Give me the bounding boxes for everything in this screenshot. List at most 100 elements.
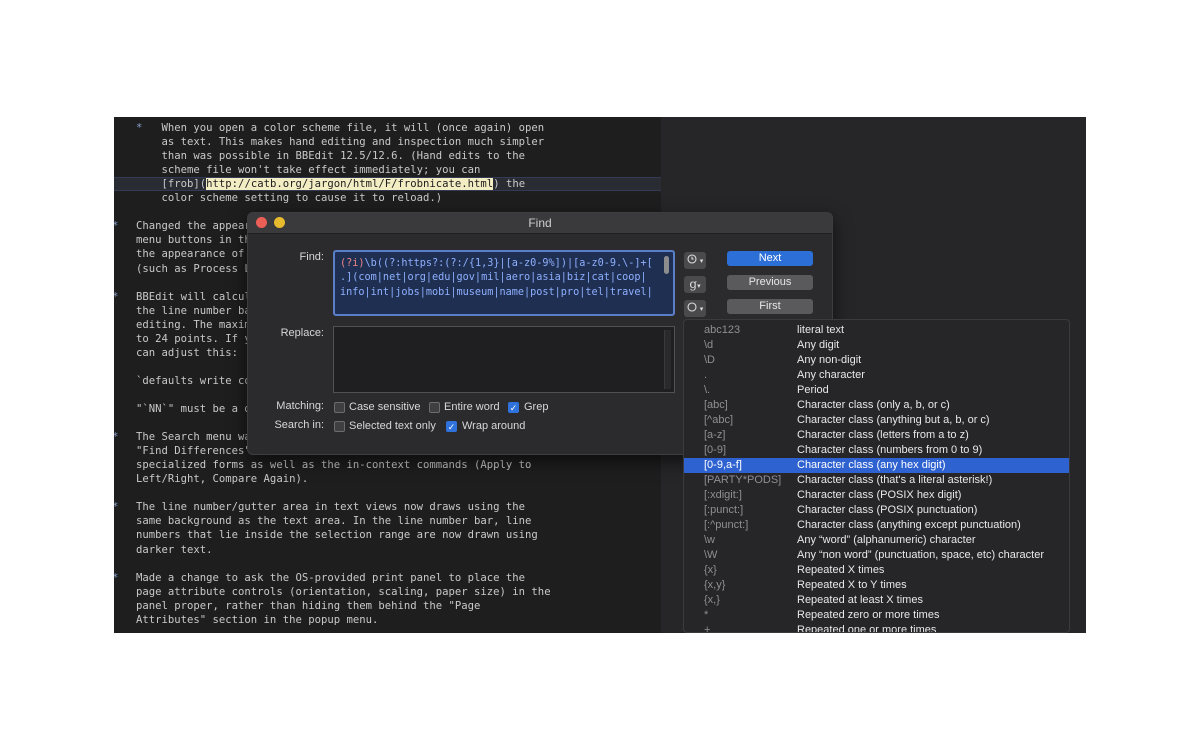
menu-item-description: Character class (anything except punctua… bbox=[797, 519, 1021, 531]
editor-line: as text. This makes hand editing and ins… bbox=[136, 136, 545, 149]
regex-line-3: info|int|jobs|mobi|museum|name|post|pro|… bbox=[340, 286, 653, 298]
menu-item-pattern: [:xdigit:] bbox=[704, 489, 742, 501]
menu-item-description: Character class (POSIX punctuation) bbox=[797, 504, 978, 516]
selected-text-only-checkbox[interactable] bbox=[334, 421, 345, 432]
menu-item-description: Character class (any hex digit) bbox=[797, 459, 946, 471]
find-scrollbar[interactable] bbox=[664, 256, 669, 274]
editor-line: darker text. bbox=[136, 543, 213, 556]
help-icon bbox=[687, 302, 700, 314]
menu-item[interactable]: \. Period bbox=[684, 383, 1069, 398]
menu-item-description: Repeated X times bbox=[797, 564, 885, 576]
bullet-marker: * bbox=[114, 219, 122, 233]
editor-line: When you open a color scheme file, it wi… bbox=[136, 122, 545, 134]
grep-checkbox[interactable]: ✓ bbox=[508, 402, 519, 413]
menu-item[interactable]: \w Any “word” (alphanumeric) character bbox=[684, 533, 1069, 548]
help-button[interactable]: ▾ bbox=[684, 300, 706, 317]
menu-item-description: Any character bbox=[797, 369, 865, 381]
menu-item[interactable]: * Repeated zero or more times bbox=[684, 608, 1069, 623]
editor-line: The line number/gutter area in text view… bbox=[136, 501, 526, 514]
editor-line: Made a change to ask the OS-provided pri… bbox=[136, 571, 526, 584]
find-field-text: (?i)\b((?:https?:(?:/{1,3}|[a-z0-9%])|[a… bbox=[340, 257, 660, 300]
menu-item-pattern: [0-9,a-f] bbox=[704, 459, 742, 471]
editor-line: Left/Right, Compare Again). bbox=[136, 473, 309, 486]
wrap-around-label: Wrap around bbox=[462, 420, 526, 432]
bullet-marker: * bbox=[136, 122, 143, 134]
title-bar[interactable]: Find bbox=[248, 213, 832, 234]
editor-line: specialized forms as well as the in-cont… bbox=[136, 459, 532, 472]
link-suffix: ) the bbox=[493, 178, 526, 191]
menu-item[interactable]: [0-9,a-f] Character class (any hex digit) bbox=[684, 458, 1069, 473]
menu-item[interactable]: [:^punct:] Character class (anything exce… bbox=[684, 518, 1069, 533]
menu-item[interactable]: abc123 literal text bbox=[684, 323, 1069, 338]
matching-label: Matching: bbox=[276, 400, 324, 412]
menu-item-pattern: [a-z] bbox=[704, 429, 726, 441]
grep-icon: g bbox=[689, 277, 698, 291]
menu-item[interactable]: {x} Repeated X times bbox=[684, 563, 1069, 578]
menu-item-pattern: [abc] bbox=[704, 399, 728, 411]
regex-line-1: \b((?:https?:(?:/{1,3}|[a-z0-9%])|[a-z0-… bbox=[364, 258, 653, 269]
entire-word-checkbox[interactable] bbox=[429, 402, 440, 413]
entire-word-label: Entire word bbox=[444, 401, 500, 413]
find-field[interactable]: (?i)\b((?:https?:(?:/{1,3}|[a-z0-9%])|[a… bbox=[333, 250, 675, 316]
menu-item[interactable]: \W Any “non word” (punctuation, space, et… bbox=[684, 548, 1069, 563]
next-button[interactable]: Next bbox=[727, 251, 813, 266]
menu-item-pattern: \w bbox=[704, 534, 715, 546]
menu-item[interactable]: [abc] Character class (only a, b, or c) bbox=[684, 398, 1069, 413]
menu-item[interactable]: [PARTY*PODS] Character class (that's a li… bbox=[684, 473, 1069, 488]
menu-item-description: Repeated at least X times bbox=[797, 594, 923, 606]
editor-line: Attributes" section in the popup menu. bbox=[136, 613, 379, 626]
editor-line: color scheme setting to cause it to relo… bbox=[136, 192, 443, 205]
menu-item[interactable]: [a-z] Character class (letters from a to … bbox=[684, 428, 1069, 443]
menu-item-description: Any “non word” (punctuation, space, etc)… bbox=[797, 549, 1045, 561]
menu-item-description: Character class (numbers from 0 to 9) bbox=[797, 444, 983, 456]
replace-label: Replace: bbox=[280, 327, 324, 339]
menu-item-pattern: . bbox=[704, 369, 708, 381]
replace-field[interactable] bbox=[333, 326, 675, 393]
bullet-marker: * bbox=[114, 500, 122, 514]
previous-button[interactable]: Previous bbox=[727, 275, 813, 290]
menu-item[interactable]: . Any character bbox=[684, 368, 1069, 383]
history-button[interactable]: ▾ bbox=[684, 252, 706, 269]
bullet-marker: * bbox=[114, 290, 122, 304]
menu-item-pattern: + bbox=[704, 624, 711, 633]
menu-item-pattern: {x,} bbox=[704, 594, 720, 606]
menu-item-pattern: [:punct:] bbox=[704, 504, 744, 516]
case-sensitive-checkbox[interactable] bbox=[334, 402, 345, 413]
case-sensitive-label: Case sensitive bbox=[349, 401, 421, 413]
grep-pattern-menu: abc123 literal text \d Any digit \D Any non-d… bbox=[683, 319, 1070, 633]
menu-item-description: Any non-digit bbox=[797, 354, 862, 366]
editor-line: page attribute controls (orientation, sc… bbox=[136, 585, 551, 598]
window-title: Find bbox=[528, 216, 552, 230]
chevron-down-icon: ▾ bbox=[697, 283, 701, 290]
menu-item[interactable]: [0-9] Character class (numbers from 0 to … bbox=[684, 443, 1069, 458]
menu-item-pattern: \d bbox=[704, 339, 714, 351]
menu-item[interactable]: \d Any digit bbox=[684, 338, 1069, 353]
menu-item-description: Repeated X to Y times bbox=[797, 579, 907, 591]
regex-line-2: .](com|net|org|edu|gov|mil|aero|asia|biz… bbox=[340, 272, 647, 284]
grep-label: Grep bbox=[524, 401, 549, 413]
menu-item[interactable]: {x,} Repeated at least X times bbox=[684, 593, 1069, 608]
regex-flag: (?i) bbox=[340, 258, 365, 269]
first-button[interactable]: First bbox=[727, 299, 813, 314]
grep-pattern-button[interactable]: g▾ bbox=[684, 276, 706, 293]
menu-item-pattern: \W bbox=[704, 549, 718, 561]
menu-item-pattern: [^abc] bbox=[704, 414, 734, 426]
menu-item[interactable]: [:punct:] Character class (POSIX punctuat… bbox=[684, 503, 1069, 518]
menu-item-pattern: [:^punct:] bbox=[704, 519, 749, 531]
menu-item[interactable]: [:xdigit:] Character class (POSIX hex dig… bbox=[684, 488, 1069, 503]
menu-item[interactable]: [^abc] Character class (anything but a, b… bbox=[684, 413, 1069, 428]
wrap-around-checkbox[interactable]: ✓ bbox=[446, 421, 457, 432]
menu-item[interactable]: + Repeated one or more times bbox=[684, 623, 1069, 633]
menu-item-pattern: [PARTY*PODS] bbox=[704, 474, 782, 486]
menu-item-pattern: * bbox=[704, 609, 709, 621]
menu-item-description: Any digit bbox=[797, 339, 840, 351]
link-url[interactable]: http://catb.org/jargon/html/F/frobnicate… bbox=[206, 178, 494, 191]
menu-item-description: Character class (anything but a, b, or c… bbox=[797, 414, 990, 426]
menu-item-pattern: abc123 bbox=[704, 324, 741, 336]
menu-item[interactable]: {x,y} Repeated X to Y times bbox=[684, 578, 1069, 593]
menu-item-pattern: \. bbox=[704, 384, 711, 396]
editor-line: than was possible in BBEdit 12.5/12.6. (… bbox=[136, 150, 526, 163]
clock-icon bbox=[687, 254, 700, 266]
replace-scrollbar[interactable] bbox=[664, 330, 671, 389]
menu-item[interactable]: \D Any non-digit bbox=[684, 353, 1069, 368]
